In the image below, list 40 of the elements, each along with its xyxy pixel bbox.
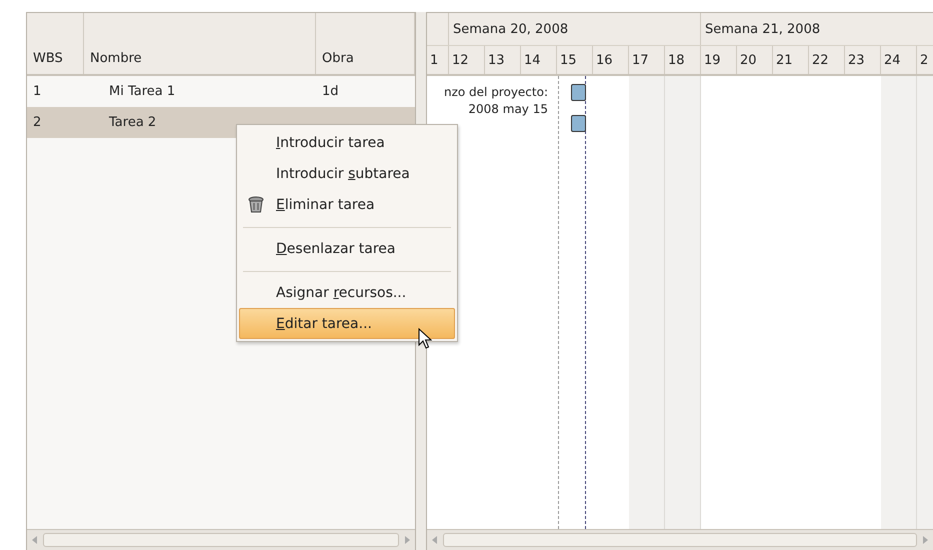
table-cell-text: Mi Tarea 1 — [108, 84, 176, 99]
day-header: 23 — [845, 46, 881, 74]
table-cell-text: Tarea 2 — [108, 115, 158, 130]
column-header[interactable]: Obra — [316, 13, 415, 74]
menu-item[interactable]: Introducir subtarea — [239, 158, 455, 189]
table-cell-text: 1 — [32, 84, 42, 99]
day-header: 15 — [557, 46, 593, 74]
task-row[interactable]: 1 Mi Tarea 1 1d — [27, 76, 415, 107]
day-header: 17 — [629, 46, 665, 74]
day-header: 12 — [449, 46, 485, 74]
day-header: 22 — [809, 46, 845, 74]
column-header[interactable]: Nombre — [84, 13, 316, 74]
horizontal-scrollbar[interactable] — [427, 529, 933, 550]
milestone-marker[interactable] — [571, 84, 586, 101]
day-header: 18 — [665, 46, 701, 74]
horizontal-scrollbar[interactable] — [27, 529, 415, 550]
scroll-left-icon[interactable] — [31, 536, 39, 544]
scroll-right-icon[interactable] — [403, 536, 411, 544]
project-start-label: nzo del proyecto: 2008 may 15 — [444, 84, 548, 118]
day-header: 13 — [485, 46, 521, 74]
menu-item[interactable]: Eliminar tarea — [239, 189, 455, 220]
table-cell-text: 1d — [321, 84, 340, 99]
day-header: 1 — [427, 46, 449, 74]
week-header: Semana 20, 2008 — [449, 13, 701, 45]
day-header: 21 — [773, 46, 809, 74]
menu-item[interactable]: Asignar recursos... — [239, 277, 455, 308]
day-header: 19 — [701, 46, 737, 74]
day-header: 2 — [917, 46, 933, 74]
day-header: 24 — [881, 46, 917, 74]
table-cell-text: 2 — [32, 115, 42, 130]
milestone-marker[interactable] — [571, 115, 586, 132]
menu-item[interactable]: Editar tarea... — [239, 308, 455, 339]
menu-item[interactable]: Desenlazar tarea — [239, 233, 455, 264]
week-header: Semana 21, 2008 — [701, 13, 933, 45]
scroll-left-icon[interactable] — [431, 536, 439, 544]
day-header: 14 — [521, 46, 557, 74]
scroll-right-icon[interactable] — [921, 536, 929, 544]
column-header[interactable]: WBS — [27, 13, 84, 74]
day-header: 20 — [737, 46, 773, 74]
day-header: 16 — [593, 46, 629, 74]
